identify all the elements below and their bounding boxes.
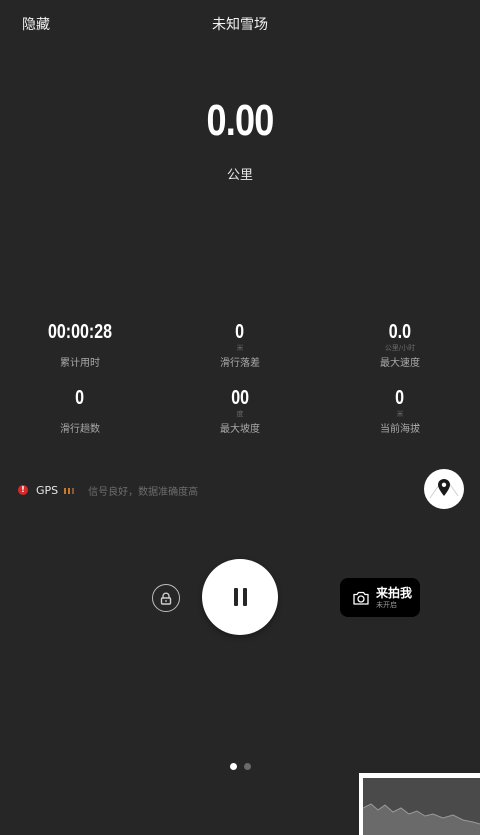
stat-label: 累计用时 xyxy=(60,358,100,369)
stat-value: 0.0 xyxy=(388,321,412,343)
stat-unit: 米 xyxy=(396,410,404,418)
stat-label: 滑行趟数 xyxy=(60,424,100,435)
stat-unit xyxy=(0,409,160,419)
distance-value: 0.00 xyxy=(206,96,275,145)
stat-value: 0 xyxy=(75,387,85,409)
stat-value: 00:00:28 xyxy=(47,321,113,343)
stat-max-slope: 00 度 最大坡度 xyxy=(160,387,320,435)
stat-total-time: 00:00:28 累计用时 xyxy=(0,321,160,369)
lock-button[interactable] xyxy=(152,584,180,612)
stat-unit: 度 xyxy=(236,410,244,418)
stat-label: 最大速度 xyxy=(380,358,420,369)
stat-value: 00 xyxy=(231,387,249,409)
page-indicator xyxy=(0,763,480,770)
photo-subtitle: 未开启 xyxy=(376,600,397,609)
stat-label: 最大坡度 xyxy=(220,424,260,435)
map-button[interactable] xyxy=(424,469,464,509)
floating-preview-thumbnail[interactable] xyxy=(359,773,480,835)
stat-value: 0 xyxy=(235,321,245,343)
stat-max-speed: 0.0 公里/小时 最大速度 xyxy=(320,321,480,369)
alert-icon: ! xyxy=(18,485,28,495)
resort-title: 未知雪场 xyxy=(212,17,268,33)
camera-icon xyxy=(353,591,369,605)
lock-icon xyxy=(160,591,172,605)
page-dot-active[interactable] xyxy=(229,763,237,770)
stat-label: 滑行落差 xyxy=(220,358,260,369)
photo-title: 来拍我 xyxy=(376,585,413,600)
signal-bars-icon xyxy=(64,486,75,494)
page-dot[interactable] xyxy=(243,763,251,770)
stat-vertical-drop: 0 米 滑行落差 xyxy=(160,321,320,369)
stat-label: 当前海拔 xyxy=(380,424,420,435)
gps-label: GPS xyxy=(36,483,59,497)
stat-value: 0 xyxy=(395,387,405,409)
preview-chart-icon xyxy=(363,803,480,835)
stat-unit: 米 xyxy=(236,344,244,352)
photo-me-button[interactable]: 来拍我 未开启 xyxy=(340,578,420,617)
stat-current-altitude: 0 米 当前海拔 xyxy=(320,387,480,435)
gps-status-row: ! GPS 信号良好，数据准确度高 xyxy=(18,482,198,498)
pause-button[interactable] xyxy=(202,559,278,635)
gps-status-text: 信号良好，数据准确度高 xyxy=(88,486,199,498)
stat-unit xyxy=(0,343,160,353)
pause-icon xyxy=(231,588,249,606)
stat-run-count: 0 滑行趟数 xyxy=(0,387,160,435)
distance-unit: 公里 xyxy=(226,168,253,183)
map-pin-icon xyxy=(429,479,459,499)
stat-unit: 公里/小时 xyxy=(384,344,416,352)
